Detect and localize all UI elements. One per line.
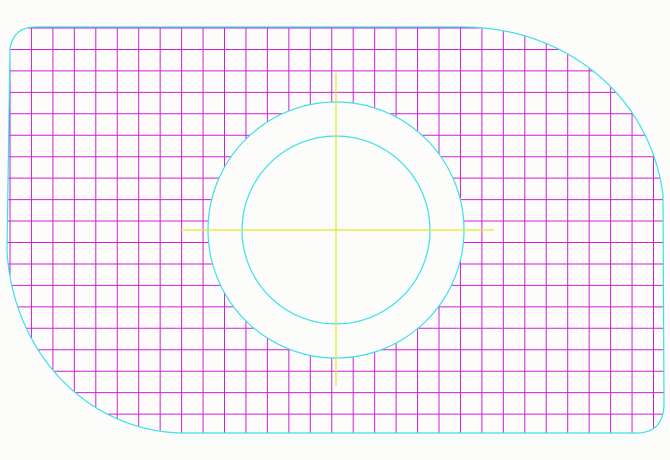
drawing-canvas (6, 26, 665, 434)
